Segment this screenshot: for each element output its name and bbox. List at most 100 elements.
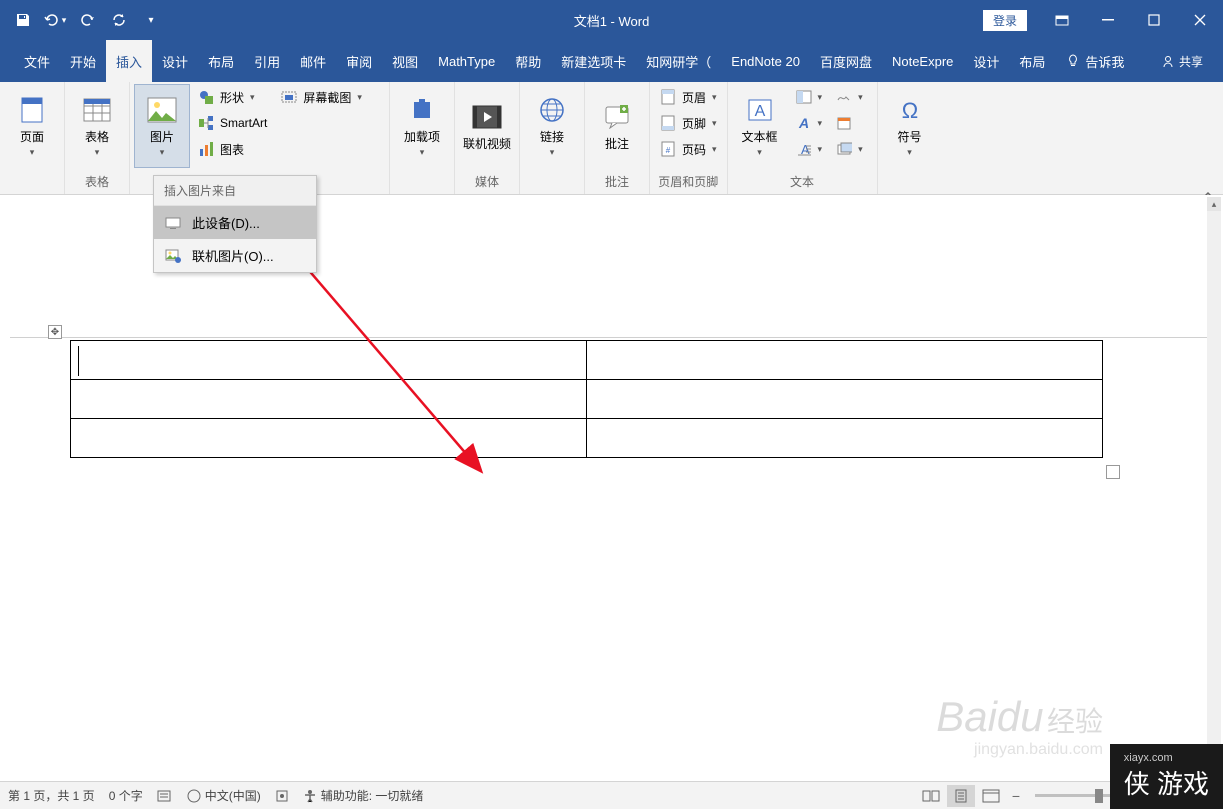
quickparts-button[interactable]: ▾ <box>790 84 829 110</box>
table-cell[interactable] <box>587 419 1103 458</box>
chart-icon <box>198 141 214 157</box>
page-button[interactable]: 页面▾ <box>4 84 60 168</box>
datetime-button[interactable] <box>830 110 869 136</box>
header-button[interactable]: 页眉▾ <box>654 84 723 110</box>
scroll-up-button[interactable]: ▴ <box>1207 197 1221 211</box>
chart-button[interactable]: 图表 <box>192 136 273 162</box>
table-row[interactable] <box>71 380 1103 419</box>
status-page[interactable]: 第 1 页，共 1 页 <box>8 787 95 804</box>
undo-button[interactable]: ▾ <box>40 5 70 35</box>
share-button[interactable]: 共享 <box>1149 53 1215 70</box>
view-read-button[interactable] <box>917 785 945 807</box>
dropdown-online-picture[interactable]: 联机图片(O)... <box>154 239 316 272</box>
tab-mathtype[interactable]: MathType <box>428 40 505 82</box>
dropdown-this-device[interactable]: 此设备(D)... <box>154 206 316 239</box>
tab-design2[interactable]: 设计 <box>963 40 1009 82</box>
tab-endnote[interactable]: EndNote 20 <box>721 40 810 82</box>
login-button[interactable]: 登录 <box>983 10 1027 31</box>
table-row[interactable] <box>71 419 1103 458</box>
page-icon <box>16 94 48 126</box>
table-move-handle[interactable]: ✥ <box>48 325 62 339</box>
tab-layout2[interactable]: 布局 <box>1009 40 1055 82</box>
object-button[interactable]: ▾ <box>830 136 869 162</box>
tab-tellme[interactable]: 告诉我 <box>1055 40 1134 82</box>
page-number-icon: # <box>660 141 676 157</box>
symbol-button[interactable]: Ω 符号▾ <box>882 84 938 168</box>
status-words[interactable]: 0 个字 <box>109 787 143 804</box>
screenshot-button[interactable]: 屏幕截图▾ <box>275 84 368 110</box>
svg-text:A: A <box>797 116 808 130</box>
tab-noteexpress[interactable]: NoteExpre <box>882 40 963 82</box>
tab-cnki[interactable]: 知网研学（ <box>636 40 721 82</box>
table-button[interactable]: 表格▾ <box>69 84 125 168</box>
comment-button[interactable]: 批注 <box>589 84 645 168</box>
document-table[interactable] <box>70 340 1103 458</box>
tab-home[interactable]: 开始 <box>60 40 106 82</box>
status-macros[interactable] <box>275 789 289 803</box>
table-cell[interactable] <box>587 380 1103 419</box>
addins-button[interactable]: 加载项▾ <box>394 84 450 168</box>
page-canvas[interactable]: ✥ <box>0 195 1223 781</box>
online-video-button[interactable]: 联机视频 <box>459 84 515 168</box>
tab-view[interactable]: 视图 <box>382 40 428 82</box>
redo-button[interactable] <box>72 5 102 35</box>
group-page: 页面▾ <box>0 82 65 194</box>
save-button[interactable] <box>8 5 38 35</box>
minimize-button[interactable] <box>1085 0 1131 40</box>
video-label: 联机视频 <box>463 135 511 152</box>
zoom-slider[interactable] <box>1035 794 1135 797</box>
tab-custom[interactable]: 新建选项卡 <box>551 40 636 82</box>
footer-button[interactable]: 页脚▾ <box>654 110 723 136</box>
vertical-scrollbar[interactable]: ▴ <box>1207 197 1221 779</box>
tab-insert[interactable]: 插入 <box>106 40 152 82</box>
table-resize-handle[interactable] <box>1106 465 1120 479</box>
textbox-button[interactable]: A 文本框▾ <box>732 84 788 168</box>
tab-baidu[interactable]: 百度网盘 <box>810 40 882 82</box>
picture-button[interactable]: 图片▾ <box>134 84 190 168</box>
tab-review[interactable]: 审阅 <box>336 40 382 82</box>
refresh-button[interactable] <box>104 5 134 35</box>
zoom-in-button[interactable]: + <box>1145 788 1163 804</box>
qat-customize-button[interactable]: ▾ <box>136 5 166 35</box>
tab-mailings[interactable]: 邮件 <box>290 40 336 82</box>
wordart-button[interactable]: A▾ <box>790 110 829 136</box>
tab-help[interactable]: 帮助 <box>505 40 551 82</box>
group-label-empty <box>4 174 60 194</box>
table-cell[interactable] <box>71 419 587 458</box>
zoom-out-button[interactable]: − <box>1007 788 1025 804</box>
share-icon <box>1161 54 1175 68</box>
table-cell[interactable] <box>71 380 587 419</box>
screenshot-label: 屏幕截图 <box>303 89 351 106</box>
status-language[interactable]: 中文(中国) <box>187 787 261 804</box>
picture-label: 图片 <box>150 128 174 145</box>
svg-text:A: A <box>754 103 765 120</box>
close-button[interactable] <box>1177 0 1223 40</box>
ribbon-display-button[interactable] <box>1039 0 1085 40</box>
table-row[interactable] <box>71 341 1103 380</box>
zoom-thumb[interactable] <box>1095 789 1103 803</box>
zoom-level[interactable]: 150% <box>1165 789 1215 803</box>
smartart-button[interactable]: SmartArt <box>192 110 273 136</box>
view-web-button[interactable] <box>977 785 1005 807</box>
shapes-button[interactable]: 形状▾ <box>192 84 273 110</box>
table-cell[interactable] <box>71 341 587 380</box>
group-label-addins <box>394 174 450 194</box>
tab-layout[interactable]: 布局 <box>198 40 244 82</box>
document-area: ✥ ▴ <box>0 195 1223 781</box>
dropcap-button[interactable]: A▾ <box>790 136 829 162</box>
redo-icon <box>79 12 95 28</box>
table-cell[interactable] <box>587 341 1103 380</box>
status-accessibility[interactable]: 辅助功能: 一切就绪 <box>303 787 424 804</box>
page-number-button[interactable]: #页码▾ <box>654 136 723 162</box>
tab-file[interactable]: 文件 <box>14 40 60 82</box>
page-label: 页面 <box>20 128 44 145</box>
online-picture-icon <box>164 247 182 265</box>
links-button[interactable]: 链接▾ <box>524 84 580 168</box>
tab-design[interactable]: 设计 <box>152 40 198 82</box>
view-print-button[interactable] <box>947 785 975 807</box>
shapes-label: 形状 <box>220 89 244 106</box>
tab-references[interactable]: 引用 <box>244 40 290 82</box>
signature-button[interactable]: ▾ <box>830 84 869 110</box>
status-spellcheck[interactable] <box>157 789 173 803</box>
maximize-button[interactable] <box>1131 0 1177 40</box>
